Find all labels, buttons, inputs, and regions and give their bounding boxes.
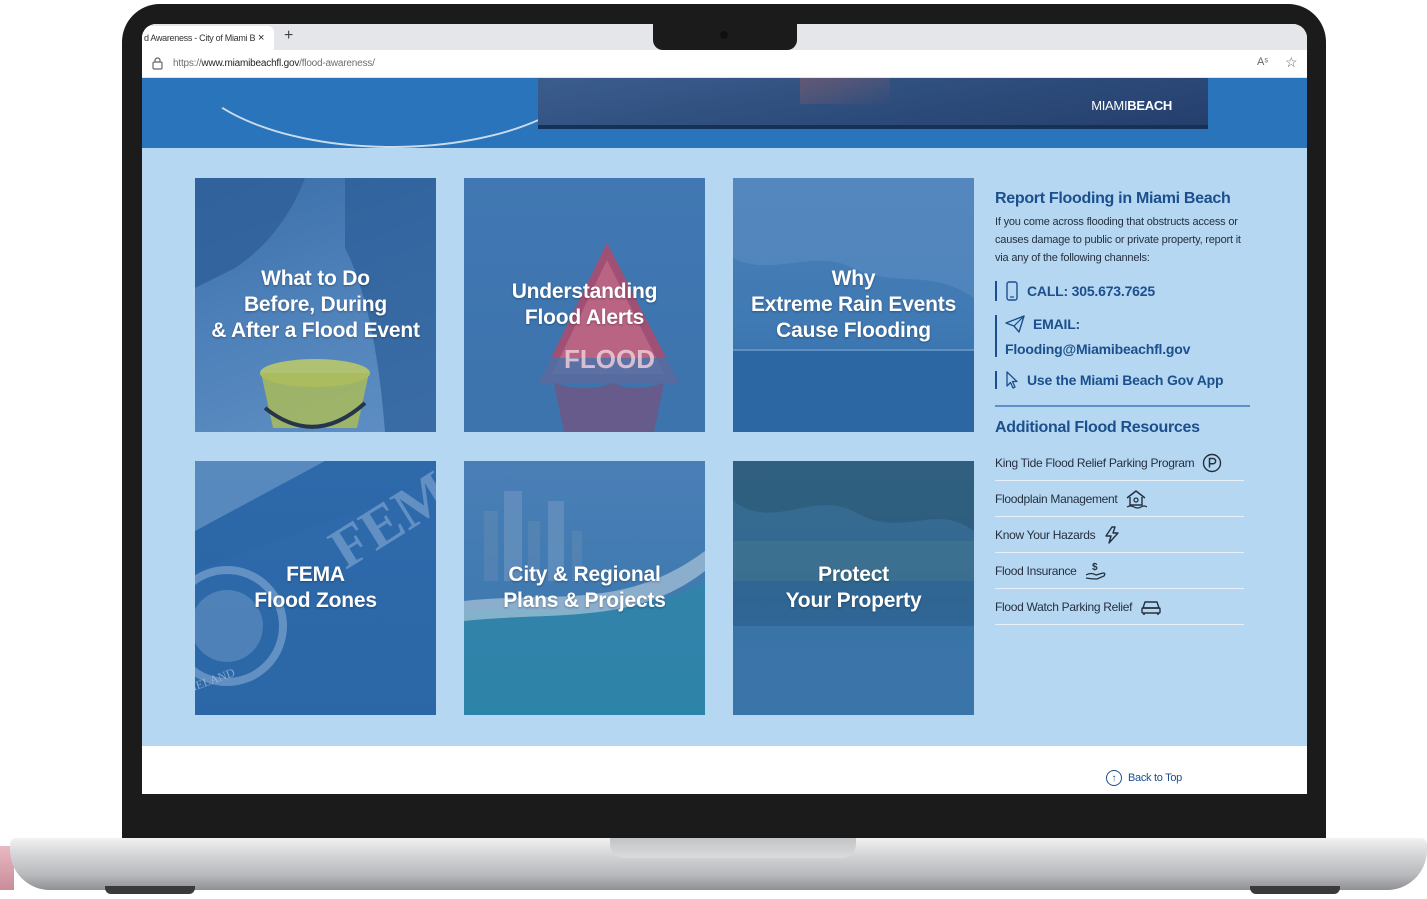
address-bar[interactable]: https://www.miamibeachfl.gov/flood-aware… bbox=[142, 50, 1307, 78]
hero-banner: MIAMIBEACH bbox=[142, 78, 1307, 148]
lock-icon bbox=[152, 57, 163, 70]
dollar-glyph: $ bbox=[1092, 562, 1098, 573]
tile-what-to-do[interactable]: What to Do Before, During & After a Floo… bbox=[195, 178, 436, 432]
tile-label: Protect Your Property bbox=[785, 563, 922, 612]
insurance-icon: $ bbox=[1085, 562, 1106, 580]
cursor-icon bbox=[1006, 371, 1018, 389]
url-scheme: https:// bbox=[173, 58, 202, 69]
favorite-icon[interactable]: ☆ bbox=[1285, 54, 1298, 71]
tab-active[interactable]: d Awareness - City of Miami B × bbox=[142, 26, 274, 50]
tile-label: City & Regional Plans & Projects bbox=[503, 563, 666, 612]
up-arrow-icon: ↑ bbox=[1106, 770, 1122, 786]
tile-extreme-rain[interactable]: Why Extreme Rain Events Cause Flooding bbox=[733, 178, 974, 432]
laptop-foot bbox=[105, 886, 195, 894]
page-footer: ↑ Back to Top bbox=[142, 746, 1307, 794]
back-to-top-label: Back to Top bbox=[1128, 772, 1182, 784]
resource-label: King Tide Flood Relief Parking Program bbox=[995, 455, 1195, 470]
laptop-foot bbox=[1250, 886, 1340, 894]
url-domain: www.miamibeachfl.gov bbox=[201, 58, 300, 69]
close-icon[interactable]: × bbox=[258, 32, 264, 44]
browser-window: d Awareness - City of Miami B × + https:… bbox=[142, 24, 1307, 794]
report-heading: Report Flooding in Miami Beach bbox=[995, 190, 1231, 207]
laptop-base bbox=[10, 838, 1427, 890]
email-link[interactable]: EMAIL: Flooding@Miamibeachfl.gov bbox=[995, 315, 1251, 357]
resources-list: King Tide Flood Relief Parking Program F… bbox=[995, 445, 1244, 625]
house-icon bbox=[1126, 489, 1148, 509]
resource-label: Flood Watch Parking Relief bbox=[995, 599, 1133, 614]
call-number: CALL: 305.673.7625 bbox=[1027, 283, 1155, 299]
tile-label: FEMA Flood Zones bbox=[254, 563, 377, 612]
logo-text-light: MIAMI bbox=[1091, 98, 1128, 113]
new-tab-button[interactable]: + bbox=[284, 27, 293, 45]
tile-protect-property[interactable]: Protect Your Property bbox=[733, 461, 974, 715]
resource-flood-watch-parking[interactable]: Flood Watch Parking Relief bbox=[995, 589, 1244, 625]
hero-photo: MIAMIBEACH bbox=[538, 78, 1208, 129]
resource-floodplain-management[interactable]: Floodplain Management bbox=[995, 481, 1244, 517]
laptop-mockup: d Awareness - City of Miami B × + https:… bbox=[0, 0, 1427, 899]
resource-king-tide-parking[interactable]: King Tide Flood Relief Parking Program bbox=[995, 445, 1244, 481]
hazard-icon bbox=[1105, 525, 1120, 544]
url-path: /flood-awareness/ bbox=[299, 58, 375, 69]
resource-label: Know Your Hazards bbox=[995, 527, 1096, 542]
pier-image bbox=[800, 78, 890, 104]
resource-label: Flood Insurance bbox=[995, 563, 1077, 578]
car-icon bbox=[1141, 600, 1161, 615]
send-icon bbox=[1005, 315, 1025, 333]
resource-know-your-hazards[interactable]: Know Your Hazards bbox=[995, 517, 1244, 553]
call-link[interactable]: CALL: 305.673.7625 bbox=[995, 281, 1251, 301]
laptop-bezel bbox=[128, 792, 1320, 838]
tile-label: Understanding Flood Alerts bbox=[511, 280, 658, 329]
resources-heading: Additional Flood Resources bbox=[995, 419, 1200, 436]
camera-icon bbox=[720, 31, 728, 39]
report-description: If you come across flooding that obstruc… bbox=[995, 216, 1241, 264]
flood-awareness-section: What to Do Before, During & After a Floo… bbox=[142, 148, 1307, 746]
parking-icon bbox=[1203, 453, 1222, 472]
miami-beach-logo[interactable]: MIAMIBEACH bbox=[1091, 98, 1172, 113]
logo-text-bold: BEACH bbox=[1127, 98, 1172, 113]
back-to-top-link[interactable]: ↑ Back to Top bbox=[1106, 770, 1182, 786]
gov-app-label: Use the Miami Beach Gov App bbox=[1027, 372, 1224, 388]
phone-icon bbox=[1006, 281, 1018, 301]
tile-label: What to Do Before, During & After a Floo… bbox=[211, 267, 420, 342]
tile-understanding-flood-alerts[interactable]: FLOOD Understanding Flood Alerts bbox=[464, 178, 705, 432]
tile-label: Why Extreme Rain Events Cause Flooding bbox=[750, 267, 957, 342]
tab-title: d Awareness - City of Miami B bbox=[144, 33, 256, 43]
tile-fema-flood-zones[interactable]: FEMA MELAND FEMA Flood Zones bbox=[195, 461, 436, 715]
camera-notch bbox=[653, 23, 797, 50]
base-opening bbox=[610, 838, 856, 858]
email-address: Flooding@Miamibeachfl.gov bbox=[1005, 341, 1191, 357]
email-label: EMAIL: bbox=[1033, 316, 1081, 332]
url-text[interactable]: https://www.miamibeachfl.gov/flood-aware… bbox=[173, 58, 375, 69]
tile-city-regional-plans[interactable]: City & Regional Plans & Projects bbox=[464, 461, 705, 715]
divider bbox=[995, 405, 1250, 407]
gov-app-link[interactable]: Use the Miami Beach Gov App bbox=[995, 371, 1251, 389]
flood-sign-text: FLOOD bbox=[564, 344, 655, 374]
resource-label: Floodplain Management bbox=[995, 491, 1118, 506]
read-aloud-icon[interactable]: Aˢ bbox=[1257, 56, 1268, 68]
resource-flood-insurance[interactable]: Flood Insurance $ bbox=[995, 553, 1244, 589]
report-flooding-panel: Report Flooding in Miami Beach If you co… bbox=[995, 190, 1251, 625]
